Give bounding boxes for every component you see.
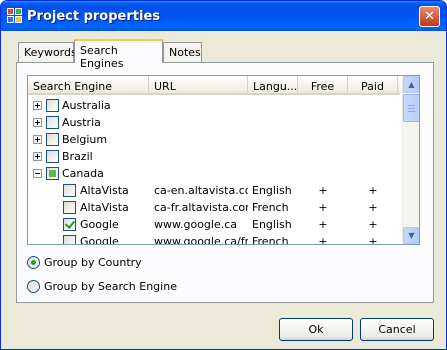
- column-header-free[interactable]: Free: [298, 76, 348, 95]
- row-language: English: [252, 184, 292, 197]
- expand-icon[interactable]: [33, 118, 42, 127]
- row-name: Google: [80, 235, 119, 245]
- row-name: Google: [80, 218, 119, 231]
- column-header-search-engine[interactable]: Search Engine: [28, 76, 149, 95]
- row-language: French: [252, 235, 289, 245]
- scroll-thumb[interactable]: [403, 94, 419, 122]
- row-checkbox[interactable]: [63, 184, 76, 197]
- tab-search-engines[interactable]: Search Engines: [74, 39, 163, 70]
- row-paid: +: [368, 184, 378, 197]
- row-paid: +: [368, 235, 378, 245]
- row-url: ca-en.altavista.com: [154, 184, 248, 197]
- vertical-scrollbar[interactable]: ▲ ▼: [402, 76, 419, 244]
- row-checkbox[interactable]: [63, 218, 76, 231]
- window-title: Project properties: [27, 9, 160, 24]
- ok-button[interactable]: Ok: [279, 318, 353, 341]
- tab-keywords[interactable]: Keywords: [18, 42, 77, 62]
- row-checkbox[interactable]: [46, 167, 59, 180]
- tree-row-google-en[interactable]: Google www.google.ca English + +: [28, 216, 400, 233]
- row-checkbox[interactable]: [63, 201, 76, 214]
- row-checkbox[interactable]: [46, 116, 59, 129]
- group-by-search-engine-option[interactable]: Group by Search Engine: [27, 278, 177, 294]
- radio-label: Group by Country: [44, 255, 142, 269]
- tree-row-australia[interactable]: Australia: [28, 97, 400, 114]
- expand-icon[interactable]: [33, 135, 42, 144]
- tree-row-google-fr[interactable]: Google www.google.ca/fr French + +: [28, 233, 400, 245]
- row-free: +: [318, 218, 328, 231]
- row-checkbox[interactable]: [63, 235, 76, 244]
- cancel-button[interactable]: Cancel: [360, 318, 434, 341]
- scroll-up-button[interactable]: ▲: [403, 76, 419, 93]
- app-icon: [7, 8, 23, 24]
- group-by-country-option[interactable]: Group by Country: [27, 254, 142, 270]
- expand-icon[interactable]: [33, 101, 42, 110]
- radio-label: Group by Search Engine: [44, 279, 177, 293]
- row-paid: +: [368, 201, 378, 214]
- title-bar[interactable]: Project properties ✕: [1, 1, 446, 31]
- tree-row-altavista-fr[interactable]: AltaVista ca-fr.altavista.com French + +: [28, 199, 400, 216]
- row-free: +: [318, 201, 328, 214]
- row-checkbox[interactable]: [46, 99, 59, 112]
- tree-row-canada[interactable]: Canada: [28, 165, 400, 182]
- project-properties-dialog: Project properties ✕ Keywords Search Eng…: [0, 0, 447, 350]
- row-free: +: [318, 184, 328, 197]
- row-name: AltaVista: [80, 201, 129, 214]
- tree-row-altavista-en[interactable]: AltaVista ca-en.altavista.com English + …: [28, 182, 400, 199]
- row-language: French: [252, 201, 289, 214]
- expand-icon[interactable]: [33, 152, 42, 161]
- search-engine-list[interactable]: Search Engine URL Langu... Free Paid Aus…: [27, 75, 420, 245]
- tree-row-brazil[interactable]: Brazil: [28, 148, 400, 165]
- row-name: Brazil: [62, 150, 93, 163]
- row-url: www.google.ca/fr: [154, 235, 248, 245]
- scroll-down-button[interactable]: ▼: [403, 227, 419, 244]
- list-header: Search Engine URL Langu... Free Paid: [28, 76, 400, 95]
- column-header-url[interactable]: URL: [149, 76, 248, 95]
- radio-group-by-country[interactable]: [27, 255, 40, 269]
- column-header-paid[interactable]: Paid: [348, 76, 398, 95]
- row-name: Canada: [62, 167, 104, 180]
- close-button[interactable]: ✕: [419, 6, 440, 27]
- row-name: Australia: [62, 99, 111, 112]
- row-name: Belgium: [62, 133, 108, 146]
- tree-row-belgium[interactable]: Belgium: [28, 131, 400, 148]
- row-checkbox[interactable]: [46, 133, 59, 146]
- row-name: AltaVista: [80, 184, 129, 197]
- row-checkbox[interactable]: [46, 150, 59, 163]
- radio-group-by-search-engine[interactable]: [27, 279, 40, 293]
- row-url: www.google.ca: [154, 218, 238, 231]
- column-header-language[interactable]: Langu...: [248, 76, 298, 95]
- tab-notes[interactable]: Notes: [163, 42, 202, 62]
- row-paid: +: [368, 218, 378, 231]
- collapse-icon[interactable]: [33, 169, 42, 178]
- row-language: English: [252, 218, 292, 231]
- row-free: +: [318, 235, 328, 245]
- row-url: ca-fr.altavista.com: [154, 201, 248, 214]
- row-name: Austria: [62, 116, 101, 129]
- tree-row-austria[interactable]: Austria: [28, 114, 400, 131]
